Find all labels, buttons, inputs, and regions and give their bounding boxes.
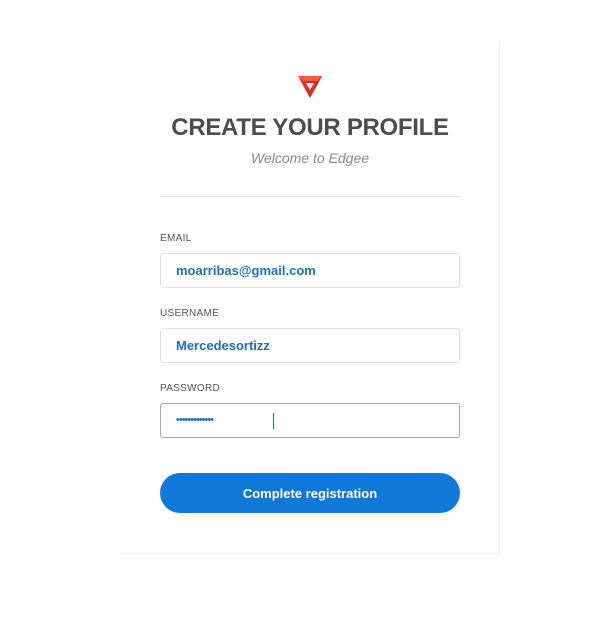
password-field[interactable] <box>160 403 460 438</box>
page-title: CREATE YOUR PROFILE <box>171 114 449 141</box>
registration-card: CREATE YOUR PROFILE Welcome to Edgee EMA… <box>120 42 500 554</box>
email-label: EMAIL <box>160 233 192 244</box>
password-label: PASSWORD <box>160 383 220 394</box>
divider <box>160 196 460 197</box>
edgee-logo-icon <box>298 76 322 98</box>
page-subtitle: Welcome to Edgee <box>250 150 370 166</box>
text-caret <box>273 413 274 429</box>
username-label: USERNAME <box>160 308 220 319</box>
email-field[interactable] <box>160 253 460 288</box>
username-field[interactable] <box>160 328 460 363</box>
complete-registration-button[interactable]: Complete registration <box>160 473 460 513</box>
